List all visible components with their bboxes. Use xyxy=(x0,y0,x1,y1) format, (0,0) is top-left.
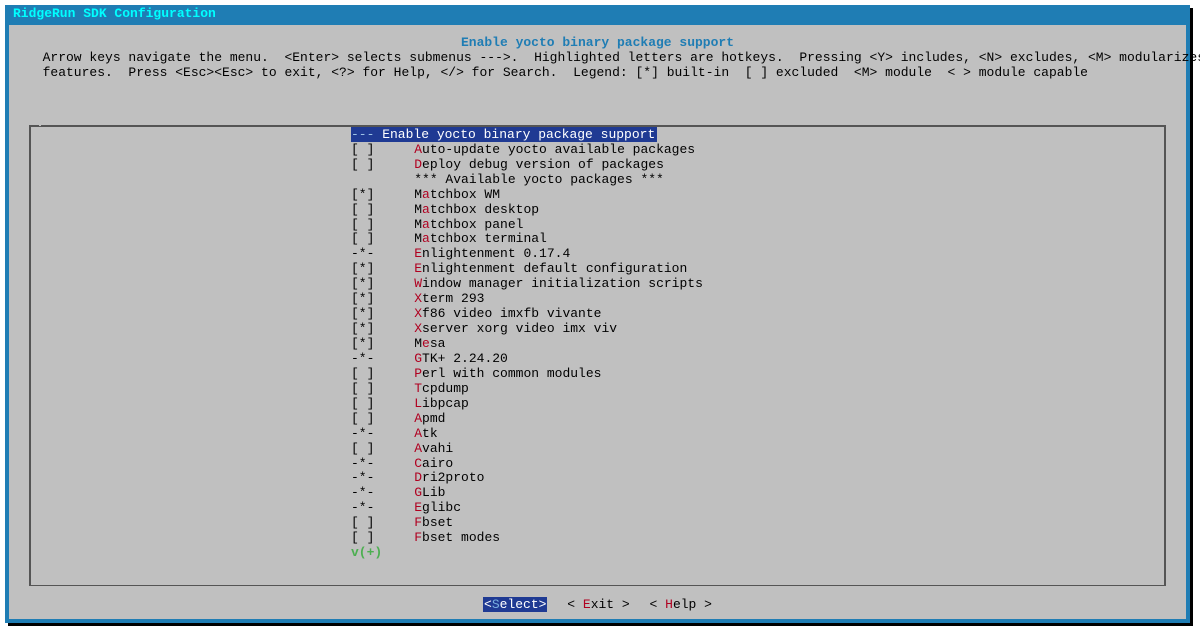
menu-item[interactable]: -*- Enlightenment 0.17.4 xyxy=(351,247,1164,262)
menu-item[interactable]: [*] Xf86 video imxfb vivante xyxy=(351,307,1164,322)
menu-item[interactable]: [*] Window manager initialization script… xyxy=(351,277,1164,292)
menu-item[interactable]: [ ] Perl with common modules xyxy=(351,367,1164,382)
menu-item[interactable]: [ ] Avahi xyxy=(351,442,1164,457)
menu-item[interactable]: [ ] Matchbox desktop xyxy=(351,203,1164,218)
menu-item[interactable]: [ ] Matchbox terminal xyxy=(351,232,1164,247)
dialog-title: Enable yocto binary package support xyxy=(25,35,1170,50)
menu-item[interactable]: [ ] Libpcap xyxy=(351,397,1164,412)
menu-item[interactable]: [ ] Deploy debug version of packages xyxy=(351,158,1164,173)
config-window: RidgeRun SDK Configuration Enable yocto … xyxy=(5,5,1190,623)
scroll-down-indicator: v(+) xyxy=(31,546,1164,561)
menu-item[interactable]: [*] Matchbox WM xyxy=(351,188,1164,203)
menu-item[interactable]: [*] Xterm 293 xyxy=(351,292,1164,307)
dialog-box: Enable yocto binary package support Arro… xyxy=(25,35,1170,619)
select-button[interactable]: <Select> xyxy=(483,597,547,612)
menu-item[interactable]: -*- Eglibc xyxy=(351,501,1164,516)
menu-item[interactable]: -*- Dri2proto xyxy=(351,471,1164,486)
instructions-text: Arrow keys navigate the menu. <Enter> se… xyxy=(25,51,1170,81)
menu-item[interactable]: [*] Xserver xorg video imx viv xyxy=(351,322,1164,337)
menu-item[interactable]: -*- Cairo xyxy=(351,457,1164,472)
window-title: RidgeRun SDK Configuration xyxy=(13,6,216,21)
menu-item[interactable]: [ ] Apmd xyxy=(351,412,1164,427)
menu-list[interactable]: --- Enable yocto binary package support[… xyxy=(31,128,1164,561)
menu-item[interactable]: -*- GTK+ 2.24.20 xyxy=(351,352,1164,367)
menu-item[interactable]: [ ] Fbset xyxy=(351,516,1164,531)
exit-button[interactable]: < Exit > xyxy=(567,597,629,612)
menu-item[interactable]: [*] Mesa xyxy=(351,337,1164,352)
menu-item[interactable]: *** Available yocto packages *** xyxy=(351,173,1164,188)
menu-item[interactable]: [*] Enlightenment default configuration xyxy=(351,262,1164,277)
menu-item[interactable]: [ ] Matchbox panel xyxy=(351,218,1164,233)
menu-item[interactable]: [ ] Tcpdump xyxy=(351,382,1164,397)
menu-listbox: --- Enable yocto binary package support[… xyxy=(29,126,1166,586)
menu-item[interactable]: [ ] Auto-update yocto available packages xyxy=(351,143,1164,158)
menu-item[interactable]: [ ] Fbset modes xyxy=(351,531,1164,546)
menu-item[interactable]: --- Enable yocto binary package support xyxy=(351,128,1164,143)
menu-item[interactable]: -*- Atk xyxy=(351,427,1164,442)
menu-item[interactable]: -*- GLib xyxy=(351,486,1164,501)
button-bar: <Select> < Exit > < Help > xyxy=(25,597,1170,612)
help-button[interactable]: < Help > xyxy=(650,597,712,612)
